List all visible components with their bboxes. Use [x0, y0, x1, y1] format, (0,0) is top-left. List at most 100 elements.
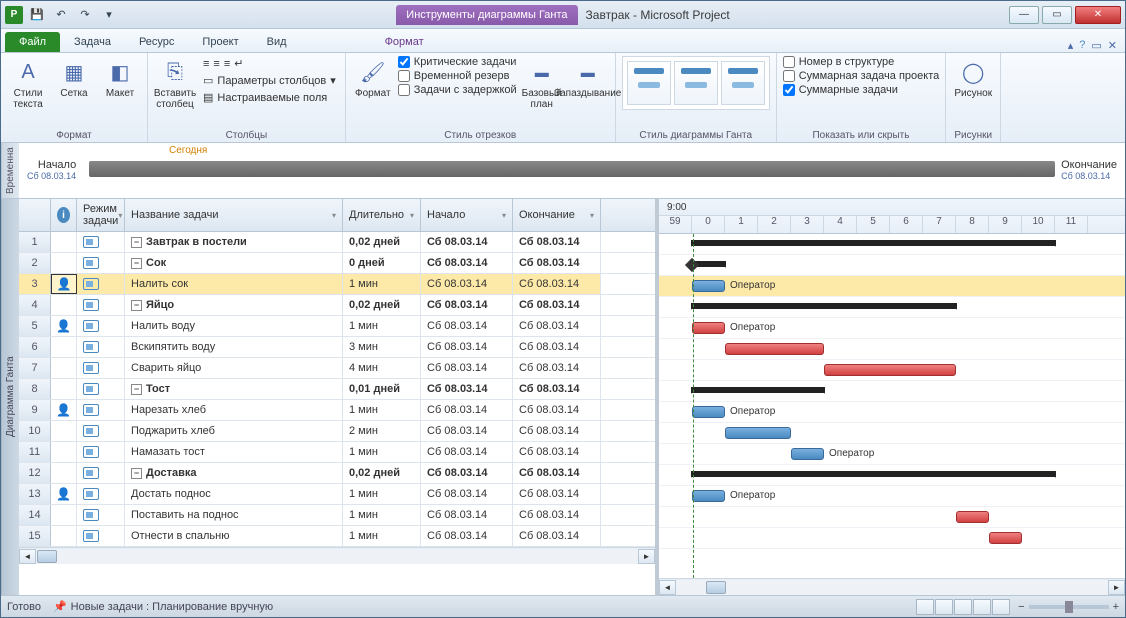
table-row[interactable]: 10Поджарить хлеб2 минСб 08.03.14Сб 08.03… — [19, 421, 655, 442]
row-mode-cell[interactable] — [77, 232, 125, 252]
row-duration-cell[interactable]: 0,02 дней — [343, 463, 421, 483]
table-row[interactable]: 7Сварить яйцо4 минСб 08.03.14Сб 08.03.14 — [19, 358, 655, 379]
row-name-cell[interactable]: Вскипятить воду — [125, 337, 343, 357]
mdi-restore-icon[interactable]: ▭ — [1091, 39, 1101, 52]
task-bar[interactable]: Оператор — [692, 322, 725, 334]
table-row[interactable]: 15Отнести в спальню1 минСб 08.03.14Сб 08… — [19, 526, 655, 547]
drawing-button[interactable]: ◯Рисунок — [952, 56, 994, 101]
view-report-button[interactable] — [992, 599, 1010, 615]
save-icon[interactable]: 💾 — [27, 5, 47, 25]
row-finish-cell[interactable]: Сб 08.03.14 — [513, 253, 601, 273]
row-number[interactable]: 13 — [19, 484, 51, 504]
row-info-cell[interactable] — [51, 253, 77, 273]
table-row[interactable]: 4−Яйцо0,02 днейСб 08.03.14Сб 08.03.14 — [19, 295, 655, 316]
row-number[interactable]: 15 — [19, 526, 51, 546]
text-styles-button[interactable]: AСтили текста — [7, 56, 49, 112]
row-start-cell[interactable]: Сб 08.03.14 — [421, 505, 513, 525]
row-start-cell[interactable]: Сб 08.03.14 — [421, 442, 513, 462]
row-info-cell[interactable] — [51, 295, 77, 315]
view-team-button[interactable] — [954, 599, 972, 615]
row-finish-cell[interactable]: Сб 08.03.14 — [513, 316, 601, 336]
row-number[interactable]: 2 — [19, 253, 51, 273]
row-duration-cell[interactable]: 3 мин — [343, 337, 421, 357]
col-header-name[interactable]: Название задачи▾ — [125, 199, 343, 231]
scroll-right-icon[interactable]: ► — [638, 549, 655, 564]
file-tab[interactable]: Файл — [5, 32, 60, 52]
table-row[interactable]: 1−Завтрак в постели0,02 днейСб 08.03.14С… — [19, 232, 655, 253]
row-start-cell[interactable]: Сб 08.03.14 — [421, 358, 513, 378]
row-finish-cell[interactable]: Сб 08.03.14 — [513, 463, 601, 483]
row-number[interactable]: 6 — [19, 337, 51, 357]
summary-bar[interactable] — [692, 240, 1055, 246]
table-row[interactable]: 14Поставить на поднос1 минСб 08.03.14Сб … — [19, 505, 655, 526]
mdi-close-icon[interactable]: ✕ — [1108, 39, 1117, 52]
close-button[interactable]: ✕ — [1075, 6, 1121, 24]
row-number[interactable]: 5 — [19, 316, 51, 336]
task-bar[interactable] — [725, 343, 824, 355]
redo-icon[interactable]: ↷ — [75, 5, 95, 25]
timeline-body[interactable]: Сегодня НачалоСб 08.03.14 ОкончаниеСб 08… — [19, 143, 1125, 198]
col-header-start[interactable]: Начало▾ — [421, 199, 513, 231]
qat-dropdown-icon[interactable]: ▾ — [99, 5, 119, 25]
task-bar[interactable]: Оператор — [692, 280, 725, 292]
row-duration-cell[interactable]: 1 мин — [343, 400, 421, 420]
tab-project[interactable]: Проект — [188, 32, 252, 52]
zoom-out-icon[interactable]: − — [1018, 601, 1024, 613]
ribbon-minimize-icon[interactable]: ▴ — [1068, 39, 1074, 52]
gantt-row[interactable] — [659, 297, 1125, 318]
collapse-icon[interactable]: − — [131, 258, 142, 269]
baseline-button[interactable]: ▬Базовый план — [521, 56, 563, 112]
gantt-style-gallery[interactable] — [622, 56, 770, 110]
row-info-cell[interactable]: 👤 — [51, 400, 77, 420]
maximize-button[interactable]: ▭ — [1042, 6, 1072, 24]
zoom-control[interactable]: − + — [1018, 601, 1119, 613]
gantt-body[interactable]: ОператорОператорОператорОператорОператор — [659, 234, 1125, 578]
gantt-timescale[interactable]: 9:00 5901234567891011 — [659, 199, 1125, 234]
summary-bar[interactable] — [692, 471, 1055, 477]
row-info-cell[interactable]: 👤 — [51, 316, 77, 336]
gantt-style-option[interactable] — [627, 61, 671, 105]
row-finish-cell[interactable]: Сб 08.03.14 — [513, 400, 601, 420]
row-info-cell[interactable] — [51, 232, 77, 252]
row-finish-cell[interactable]: Сб 08.03.14 — [513, 337, 601, 357]
row-finish-cell[interactable]: Сб 08.03.14 — [513, 526, 601, 546]
row-start-cell[interactable]: Сб 08.03.14 — [421, 379, 513, 399]
row-start-cell[interactable]: Сб 08.03.14 — [421, 400, 513, 420]
tab-resource[interactable]: Ресурс — [125, 32, 188, 52]
row-name-cell[interactable]: Налить воду — [125, 316, 343, 336]
outline-number-check[interactable]: Номер в структуре — [783, 56, 940, 68]
row-number[interactable]: 8 — [19, 379, 51, 399]
gantt-row[interactable]: Оператор — [659, 402, 1125, 423]
row-mode-cell[interactable] — [77, 400, 125, 420]
row-mode-cell[interactable] — [77, 274, 125, 294]
layout-button[interactable]: ◧Макет — [99, 56, 141, 101]
row-info-cell[interactable] — [51, 526, 77, 546]
row-duration-cell[interactable]: 2 мин — [343, 421, 421, 441]
row-duration-cell[interactable]: 4 мин — [343, 358, 421, 378]
row-duration-cell[interactable]: 1 мин — [343, 505, 421, 525]
col-header-rownum[interactable] — [19, 199, 51, 231]
timeline-bar[interactable] — [89, 161, 1055, 177]
row-info-cell[interactable] — [51, 337, 77, 357]
table-row[interactable]: 3👤Налить сок1 минСб 08.03.14Сб 08.03.14 — [19, 274, 655, 295]
scroll-left-icon[interactable]: ◄ — [19, 549, 36, 564]
task-bar[interactable]: Оператор — [692, 406, 725, 418]
row-number[interactable]: 11 — [19, 442, 51, 462]
table-row[interactable]: 13👤Достать поднос1 минСб 08.03.14Сб 08.0… — [19, 484, 655, 505]
row-number[interactable]: 3 — [19, 274, 51, 294]
critical-tasks-check[interactable]: Критические задачи — [398, 56, 517, 68]
row-mode-cell[interactable] — [77, 337, 125, 357]
row-mode-cell[interactable] — [77, 358, 125, 378]
row-number[interactable]: 12 — [19, 463, 51, 483]
col-header-mode[interactable]: Режим задачи▾ — [77, 199, 125, 231]
row-mode-cell[interactable] — [77, 442, 125, 462]
row-info-cell[interactable] — [51, 421, 77, 441]
row-duration-cell[interactable]: 0,01 дней — [343, 379, 421, 399]
gantt-row[interactable] — [659, 465, 1125, 486]
gantt-style-option[interactable] — [721, 61, 765, 105]
row-mode-cell[interactable] — [77, 253, 125, 273]
row-mode-cell[interactable] — [77, 316, 125, 336]
gantt-row[interactable] — [659, 381, 1125, 402]
row-mode-cell[interactable] — [77, 463, 125, 483]
view-gantt-button[interactable] — [916, 599, 934, 615]
